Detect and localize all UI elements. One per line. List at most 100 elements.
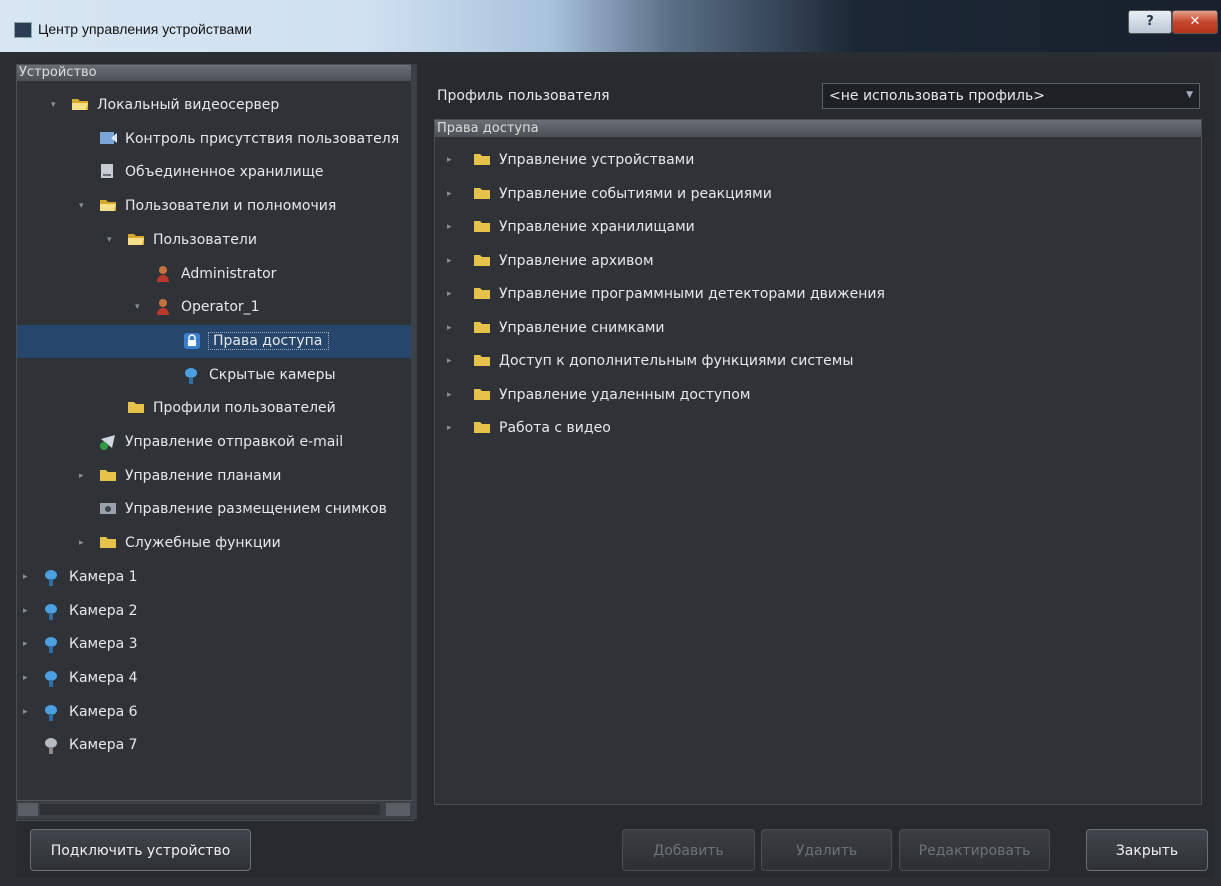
connect-device-button[interactable]: Подключить устройство (30, 829, 251, 871)
delete-button[interactable]: Удалить (761, 829, 892, 871)
collapse-arrow-icon[interactable]: ▾ (107, 235, 112, 245)
snapshot-icon (99, 500, 117, 516)
folder-icon (473, 218, 491, 234)
tree-item-label: Камера 2 (69, 602, 138, 619)
tree-header[interactable]: Устройство (17, 65, 413, 81)
expand-arrow-icon[interactable]: ▸ (447, 356, 452, 366)
rights-item[interactable]: ▸ Управление событиями и реакциями (435, 178, 1201, 211)
tree-item-label: Управление размещением снимков (125, 501, 387, 518)
close-window-button[interactable]: ✕ (1172, 10, 1218, 34)
rights-item-label: Управление устройствами (499, 152, 695, 168)
app-icon (14, 22, 32, 38)
folder-icon (127, 399, 145, 415)
rights-header[interactable]: Права доступа (435, 120, 1201, 137)
expand-arrow-icon[interactable]: ▸ (23, 639, 28, 649)
profile-label: Профиль пользователя (437, 88, 610, 104)
rights-item[interactable]: ▸ Управление архивом (435, 245, 1201, 278)
chevron-down-icon[interactable]: ▼ (1186, 90, 1193, 100)
tree-item[interactable]: Управление размещением снимков (17, 493, 413, 526)
tree-item[interactable]: Камера 7 (17, 729, 413, 762)
tree-horizontal-scrollbar[interactable] (16, 800, 412, 819)
rights-item[interactable]: ▸ Управление удаленным доступом (435, 379, 1201, 412)
tree-item-label: Объединенное хранилище (125, 164, 324, 181)
tree-item[interactable]: Права доступа (17, 324, 413, 358)
tree-item[interactable]: ▾ Пользователи (17, 224, 413, 257)
tree-item[interactable]: ▸ Камера 2 (17, 595, 413, 628)
folder-icon (473, 285, 491, 301)
tree-item[interactable]: Контроль присутствия пользователя (17, 123, 413, 156)
tree-item[interactable]: Скрытые камеры (17, 359, 413, 392)
profile-select-value: <не использовать профиль> (829, 88, 1045, 104)
tree-item[interactable]: Профили пользователей (17, 392, 413, 425)
tree-item[interactable]: ▾ Operator_1 (17, 291, 413, 324)
tree-item-label: Камера 3 (69, 636, 138, 653)
edit-button[interactable]: Редактировать (899, 829, 1050, 871)
expand-arrow-icon[interactable]: ▸ (23, 606, 28, 616)
rights-item[interactable]: ▸ Управление хранилищами (435, 211, 1201, 244)
expand-arrow-icon[interactable]: ▸ (447, 256, 452, 266)
rights-item-label: Управление снимками (499, 319, 665, 336)
collapse-arrow-icon[interactable]: ▾ (51, 100, 56, 110)
rights-item[interactable]: ▸ Работа с видео (435, 412, 1201, 445)
panel-splitter[interactable] (411, 64, 417, 819)
expand-arrow-icon[interactable]: ▸ (447, 323, 452, 333)
scroll-left-arrow-icon[interactable] (18, 803, 38, 816)
profile-select[interactable]: <не использовать профиль> ▼ (822, 83, 1200, 109)
tree-item-label: Права доступа (207, 331, 330, 350)
tree-item-label: Administrator (181, 265, 277, 282)
expand-arrow-icon[interactable]: ▸ (447, 222, 452, 232)
device-control-window: Центр управления устройствами ? ✕ Устрой… (0, 0, 1221, 886)
tree-item[interactable]: ▸ Камера 3 (17, 628, 413, 661)
tree-item-label: Камера 4 (69, 669, 138, 686)
tree-item[interactable]: Administrator (17, 258, 413, 291)
tree-item[interactable]: Управление отправкой e-mail (17, 426, 413, 459)
rights-item-label: Управление событиями и реакциями (499, 185, 772, 202)
tree-item[interactable]: ▸ Камера 4 (17, 662, 413, 695)
expand-arrow-icon[interactable]: ▸ (23, 707, 28, 717)
camera-disabled-icon (43, 736, 61, 755)
tree-item-label: Камера 1 (69, 568, 138, 585)
tree-item[interactable]: Объединенное хранилище (17, 156, 413, 189)
collapse-arrow-icon[interactable]: ▾ (79, 201, 84, 211)
access-rights-tree[interactable]: Права доступа ▸ Управление устройствами ▸ У… (434, 119, 1202, 805)
expand-arrow-icon[interactable]: ▸ (79, 471, 84, 481)
folder-icon (473, 386, 491, 402)
rights-item[interactable]: ▸ Управление устройствами (435, 144, 1201, 177)
tree-item[interactable]: ▸ Камера 6 (17, 696, 413, 729)
device-tree[interactable]: Устройство ▾ Локальный видеосервер Контрол… (16, 64, 414, 821)
tree-item[interactable]: ▸ Служебные функции (17, 527, 413, 560)
rights-item-label: Управление архивом (499, 252, 654, 269)
tree-item[interactable]: ▾ Локальный видеосервер (17, 89, 413, 122)
expand-arrow-icon[interactable]: ▸ (447, 423, 452, 433)
expand-arrow-icon[interactable]: ▸ (447, 189, 452, 199)
lock-icon (183, 332, 201, 349)
expand-arrow-icon[interactable]: ▸ (79, 538, 84, 548)
tree-item[interactable]: ▾ Пользователи и полномочия (17, 190, 413, 223)
tree-item-label: Контроль присутствия пользователя (125, 130, 400, 147)
tree-item[interactable]: ▸ Управление планами (17, 460, 413, 493)
camera-icon (43, 602, 61, 620)
open-folder-icon (99, 197, 117, 213)
rights-item-label: Управление хранилищами (499, 219, 695, 235)
rights-item[interactable]: ▸ Доступ к дополнительным функциями систе… (435, 345, 1201, 378)
expand-arrow-icon[interactable]: ▸ (447, 289, 452, 299)
expand-arrow-icon[interactable]: ▸ (23, 572, 28, 582)
tree-item-label: Локальный видеосервер (97, 97, 280, 113)
tree-item-label: Пользователи и полномочия (125, 198, 337, 215)
rights-item[interactable]: ▸ Управление программными детекторами дви… (435, 278, 1201, 311)
close-button[interactable]: Закрыть (1086, 829, 1208, 871)
title-bar: Центр управления устройствами ? ✕ (0, 0, 1221, 52)
add-button[interactable]: Добавить (622, 829, 755, 871)
rights-item[interactable]: ▸ Управление снимками (435, 312, 1201, 345)
folder-icon (473, 319, 491, 335)
tree-item[interactable]: ▸ Камера 1 (17, 561, 413, 594)
help-button[interactable]: ? (1128, 10, 1172, 34)
scroll-right-arrow-icon[interactable] (386, 803, 410, 816)
expand-arrow-icon[interactable]: ▸ (447, 390, 452, 400)
expand-arrow-icon[interactable]: ▸ (447, 155, 452, 165)
tree-item-label: Профили пользователей (153, 400, 336, 417)
collapse-arrow-icon[interactable]: ▾ (135, 302, 140, 312)
expand-arrow-icon[interactable]: ▸ (23, 673, 28, 683)
scrollbar-thumb[interactable] (40, 804, 380, 815)
camera-icon (43, 568, 61, 586)
